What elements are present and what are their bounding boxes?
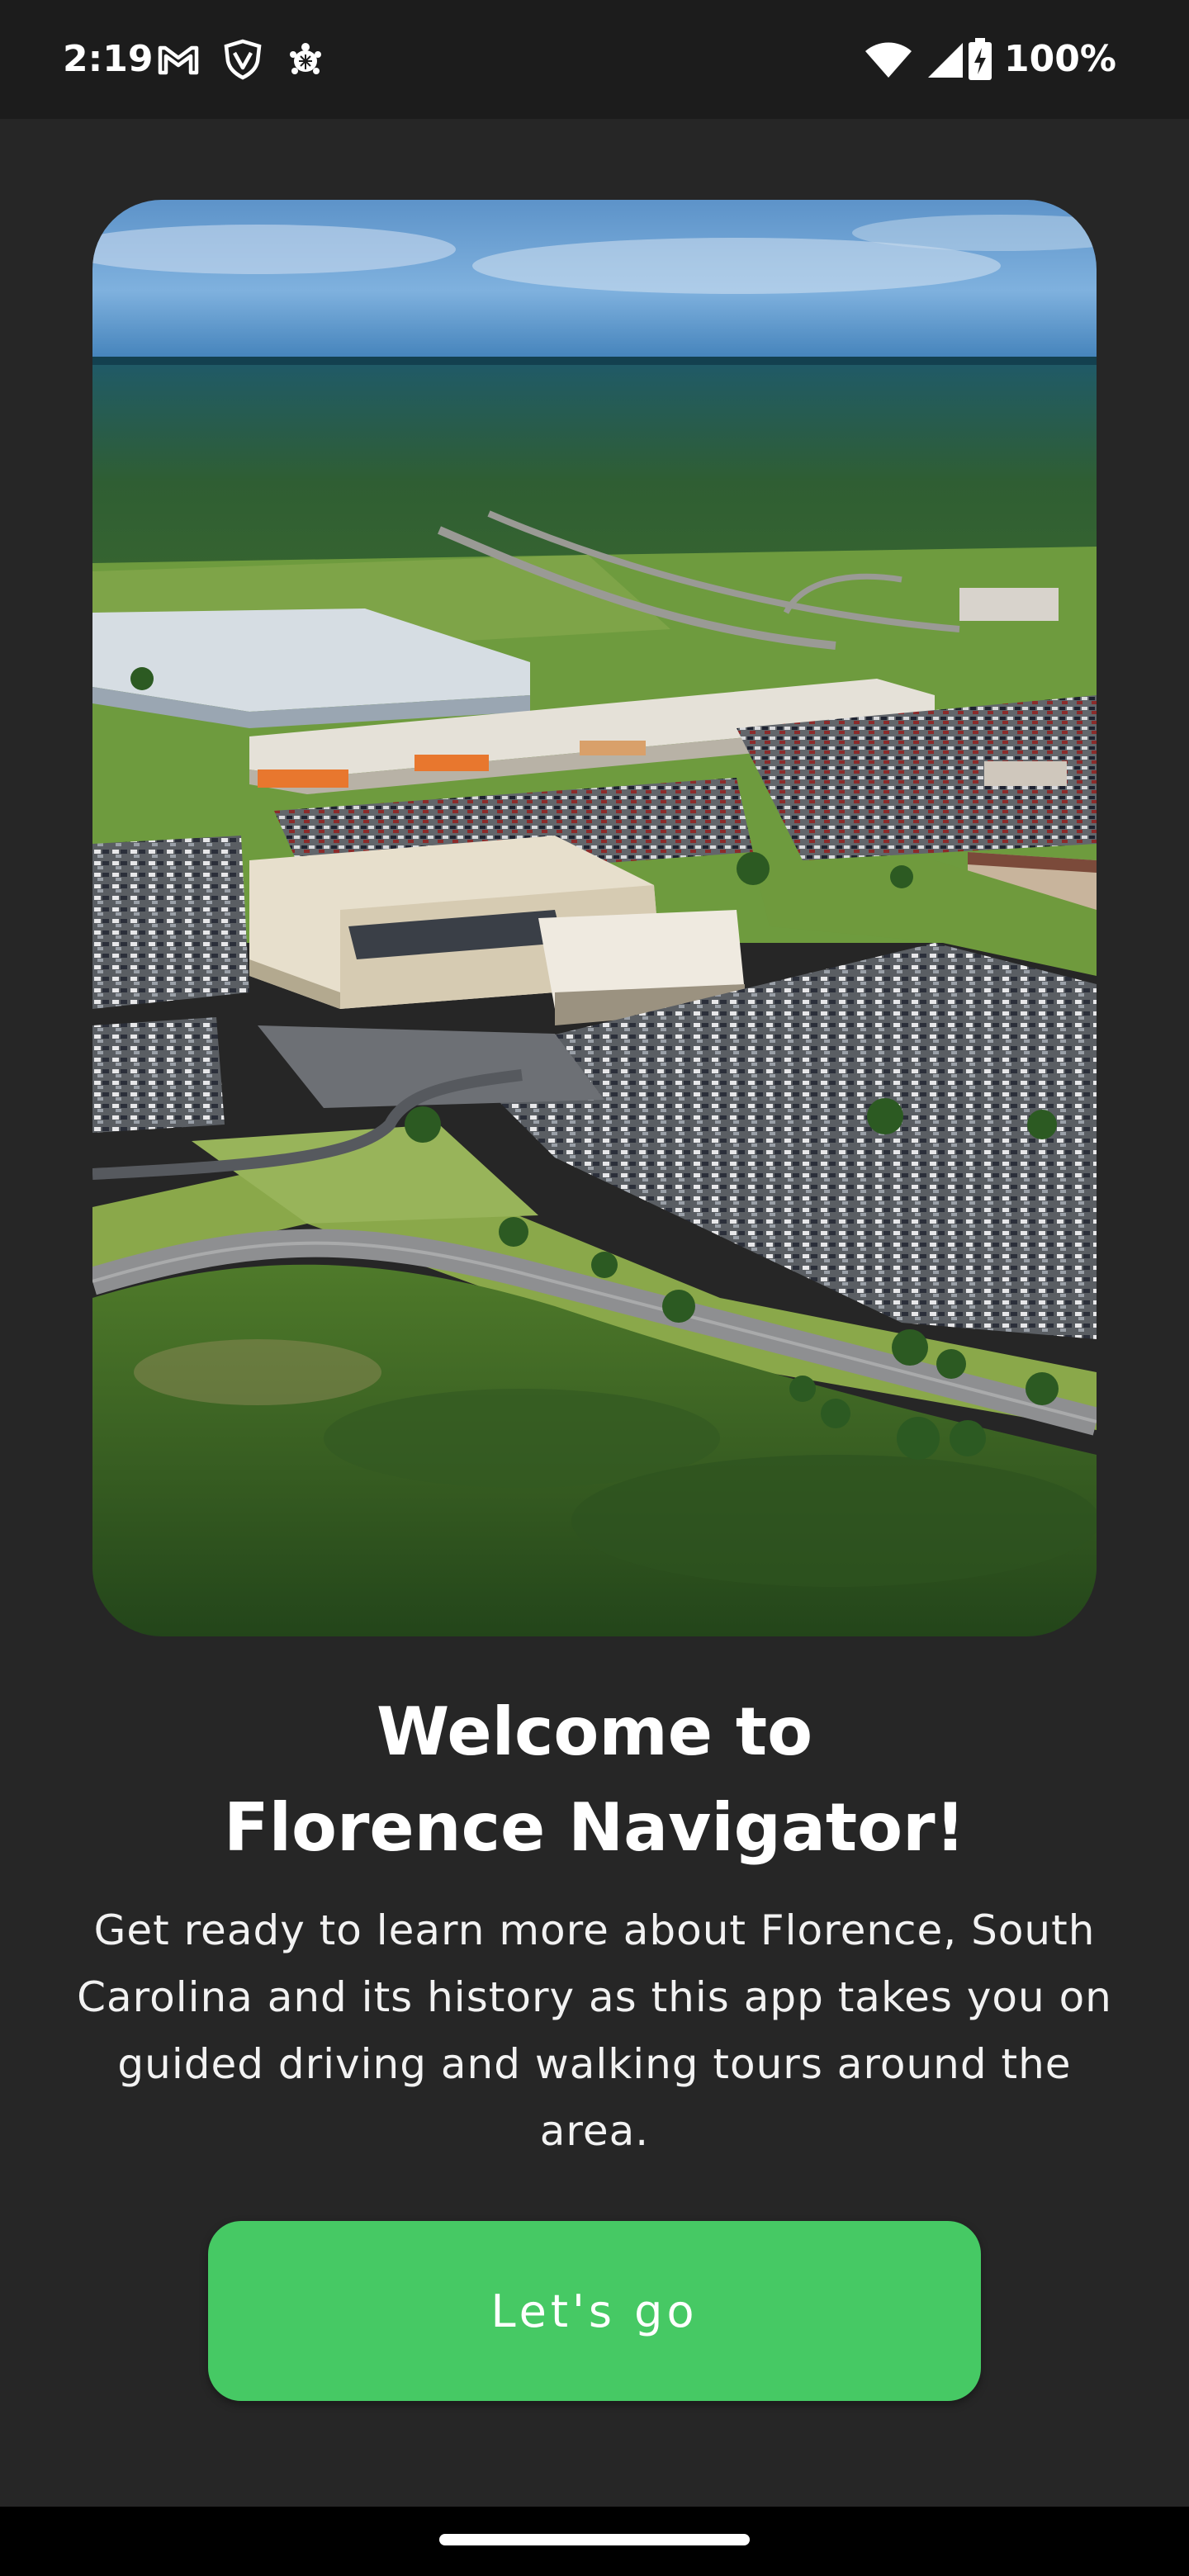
lets-go-button[interactable]: Let's go (208, 2221, 981, 2401)
home-indicator[interactable] (439, 2534, 750, 2545)
turtle-app-icon (290, 43, 321, 74)
welcome-title-line2: Florence Navigator! (223, 1789, 966, 1866)
welcome-title: Welcome to Florence Navigator! (0, 1684, 1189, 1876)
status-bar: 2:19 100% (0, 0, 1189, 119)
aerial-view-florence-icon (92, 200, 1097, 1636)
cellular-signal-icon (928, 43, 963, 78)
hero-image (92, 200, 1097, 1636)
vpn-shield-icon (224, 39, 262, 80)
welcome-description: Get ready to learn more about Florence, … (77, 1906, 1112, 2155)
status-time: 2:19 (63, 38, 154, 80)
wifi-icon (865, 42, 912, 78)
welcome-title-line1: Welcome to (376, 1693, 813, 1770)
battery-percent: 100% (1004, 38, 1116, 80)
battery-charging-icon (969, 38, 992, 80)
gmail-icon (158, 45, 199, 75)
